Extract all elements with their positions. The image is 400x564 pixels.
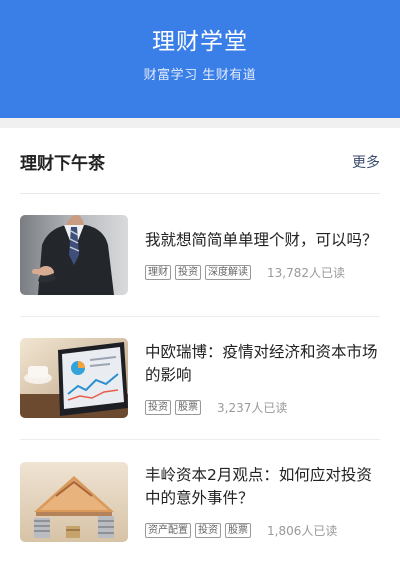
tablet-chart-image [20,338,128,418]
divider-gap [0,118,400,128]
section-title: 理财下午茶 [20,154,105,174]
businessman-pointing-image [20,215,128,295]
article-item[interactable]: 中欧瑞博：疫情对经济和资本市场的影响 投资 股票 3,237人已读 [20,317,380,440]
article-thumbnail [20,215,128,295]
money-house-image [20,461,128,542]
read-count: 13,782人已读 [267,266,345,280]
article-meta: 理财 投资 深度解读 13,782人已读 [145,264,380,281]
read-count: 1,806人已读 [267,524,338,538]
article-title: 中欧瑞博：疫情对经济和资本市场的影响 [145,342,378,384]
article-meta: 资产配置 投资 股票 1,806人已读 [145,522,380,539]
article-tag: 股票 [175,399,201,415]
page-title: 理财学堂 [152,29,248,55]
page-subtitle: 财富学习 生财有道 [143,68,257,83]
article-tag: 投资 [195,523,221,538]
article-item[interactable]: 我就想简简单单理个财，可以吗？ 理财 投资 深度解读 13,782人已读 [20,194,380,317]
article-tag: 理财 [145,265,171,280]
article-meta: 投资 股票 3,237人已读 [145,399,380,416]
more-link[interactable]: 更多 [352,152,380,172]
article-thumbnail [20,461,128,542]
article-thumbnail [20,338,128,418]
article-tag: 投资 [145,399,171,415]
article-title: 我就想简简单单理个财，可以吗？ [145,231,378,249]
article-tag: 深度解读 [205,265,251,280]
article-tag: 股票 [225,523,251,538]
article-title: 丰岭资本2月观点：如何应对投资中的意外事件？ [145,466,372,507]
section-header: 理财下午茶 更多 [20,128,380,194]
article-body: 中欧瑞博：疫情对经济和资本市场的影响 投资 股票 3,237人已读 [145,341,380,416]
article-body: 我就想简简单单理个财，可以吗？ 理财 投资 深度解读 13,782人已读 [145,229,380,281]
header-banner: 理财学堂 财富学习 生财有道 [0,0,400,118]
read-count: 3,237人已读 [217,400,288,415]
article-tag: 投资 [175,265,201,280]
article-item[interactable]: 丰岭资本2月观点：如何应对投资中的意外事件？ 资产配置 投资 股票 1,806人… [20,440,380,563]
article-section: 理财下午茶 更多 我就想简简单单理个财，可以吗？ 理财 投资 深度解读 13,7… [0,128,400,563]
article-tag: 资产配置 [145,523,191,538]
article-body: 丰岭资本2月观点：如何应对投资中的意外事件？ 资产配置 投资 股票 1,806人… [145,464,380,539]
